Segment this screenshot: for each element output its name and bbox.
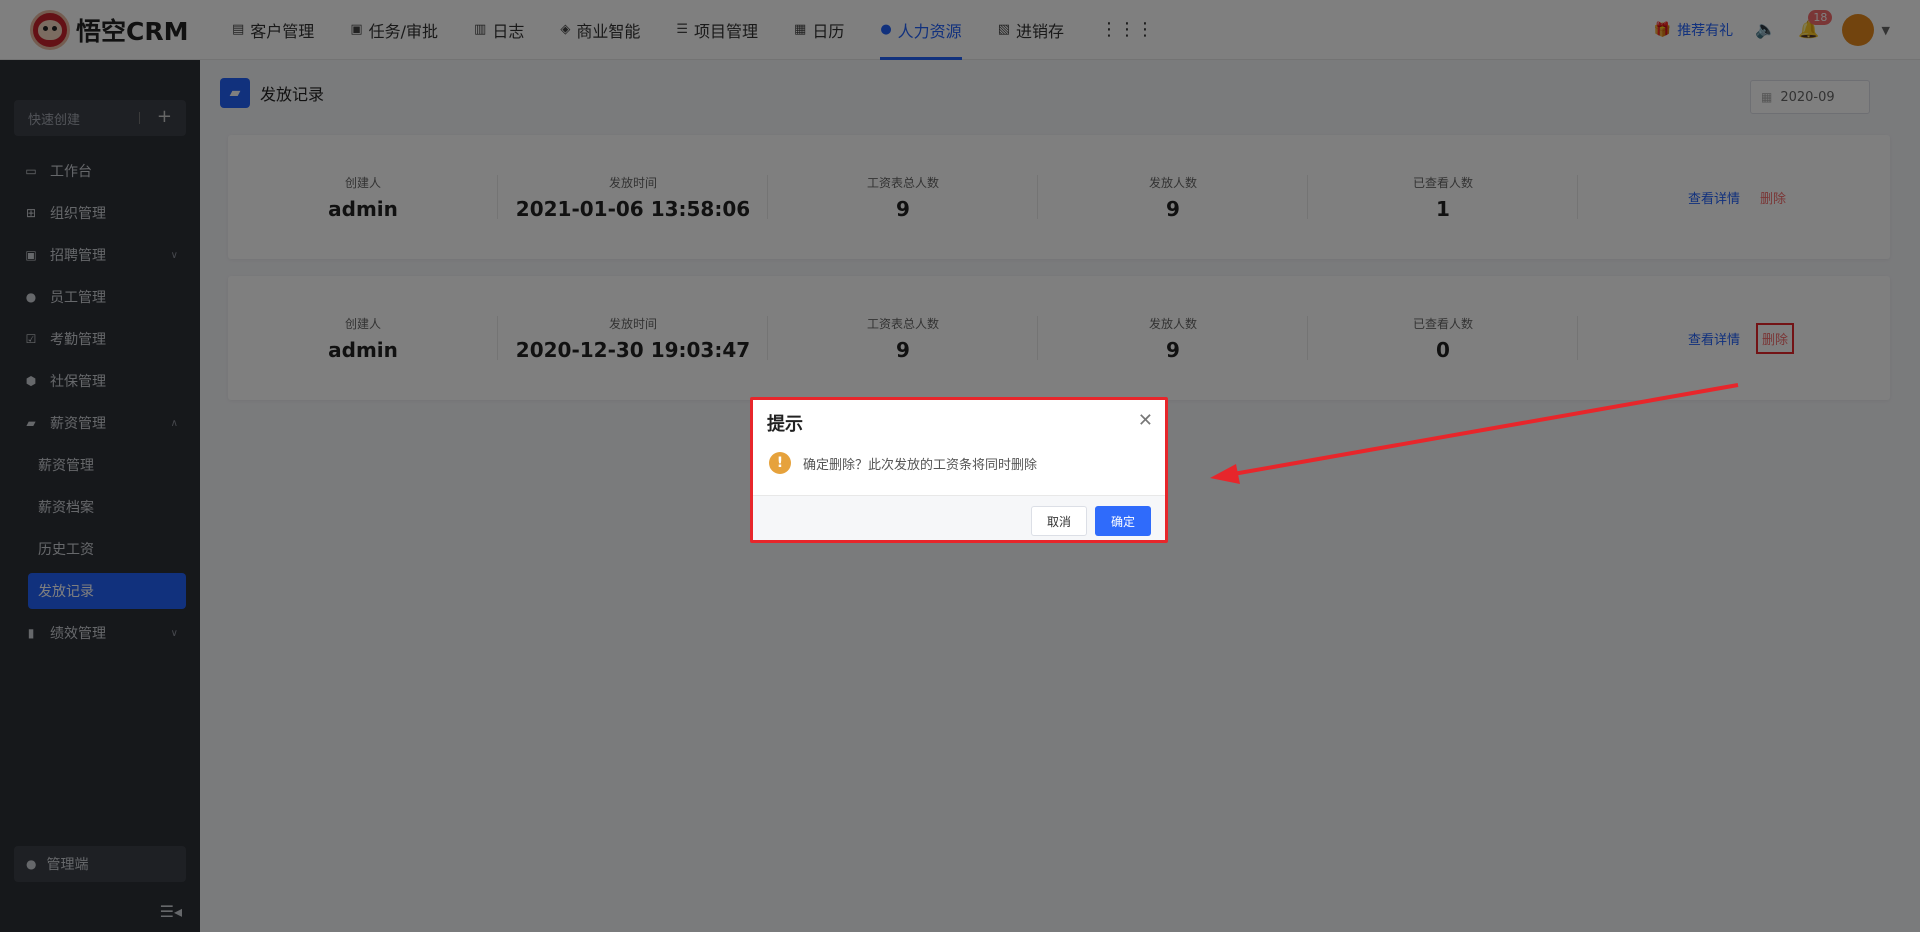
dialog-body: ! 确定删除？此次发放的工资条将同时删除 (769, 452, 1037, 474)
confirm-dialog: 提示 ✕ ! 确定删除？此次发放的工资条将同时删除 取消 确定 (750, 397, 1168, 543)
close-icon[interactable]: ✕ (1138, 410, 1153, 431)
cancel-button[interactable]: 取消 (1031, 506, 1087, 536)
confirm-button[interactable]: 确定 (1095, 506, 1151, 536)
dialog-title: 提示 (767, 414, 803, 435)
dialog-footer: 取消 确定 (753, 495, 1165, 540)
warning-icon: ! (769, 452, 791, 474)
dialog-message: 确定删除？此次发放的工资条将同时删除 (803, 457, 1038, 473)
